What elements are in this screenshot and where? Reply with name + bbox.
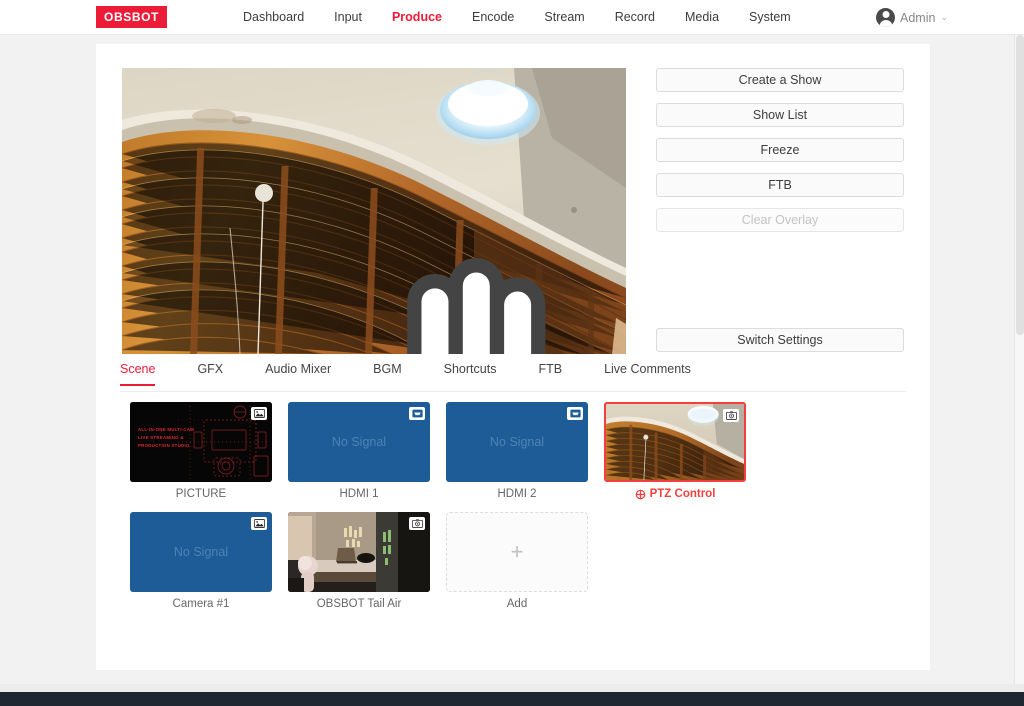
camera-icon: [409, 517, 425, 530]
nav-item-encode[interactable]: Encode: [457, 0, 529, 35]
top-navigation-bar: OBSBOT Dashboard Input Produce Encode St…: [0, 0, 1024, 35]
scene-thumbnail[interactable]: No Signal: [446, 402, 588, 482]
scene-item-add[interactable]: + Add: [438, 512, 596, 610]
account-menu[interactable]: Admin ⌄: [876, 0, 948, 35]
scene-label-text: Add: [507, 598, 527, 610]
freeze-button[interactable]: Freeze: [656, 138, 904, 162]
scene-thumbnail[interactable]: [604, 402, 746, 482]
scene-label: PTZ Control: [596, 488, 754, 500]
nav-item-system[interactable]: System: [734, 0, 806, 35]
scene-label-text: Camera #1: [173, 598, 230, 610]
camera-icon: [723, 409, 739, 422]
tab-scene[interactable]: Scene: [120, 362, 155, 385]
scene-label-text: PTZ Control: [650, 488, 716, 500]
ftb-button[interactable]: FTB: [656, 173, 904, 197]
scene-label-text: OBSBOT Tail Air: [317, 598, 402, 610]
scrollbar-thumb[interactable]: [1016, 35, 1024, 335]
tab-live-comments[interactable]: Live Comments: [604, 362, 691, 385]
produce-tab-bar: Scene GFX Audio Mixer BGM Shortcuts FTB …: [120, 362, 906, 392]
scene-item-hdmi-1[interactable]: No Signal HDMI 1: [280, 402, 438, 500]
window-bottom-strip: [0, 684, 1024, 692]
scene-label: HDMI 1: [280, 488, 438, 500]
scene-label: HDMI 2: [438, 488, 596, 500]
program-preview[interactable]: [122, 68, 626, 354]
scene-label-text: HDMI 1: [340, 488, 379, 500]
image-icon: [251, 517, 267, 530]
preview-video-frame: [122, 68, 626, 354]
hdmi-icon: [409, 407, 425, 420]
create-a-show-button[interactable]: Create a Show: [656, 68, 904, 92]
account-name: Admin: [900, 11, 935, 25]
nav-item-produce[interactable]: Produce: [377, 0, 457, 35]
scene-item-camera-1[interactable]: No Signal Camera #1: [122, 512, 280, 610]
scene-grid: ALL-IN-ONE MULTI-CAM LIVE STREAMING & PR…: [122, 402, 908, 622]
hdmi-icon: [567, 407, 583, 420]
scene-item-obsbot-tail-air[interactable]: OBSBOT Tail Air: [280, 512, 438, 610]
image-icon: [251, 407, 267, 420]
scene-label-text: HDMI 2: [498, 488, 537, 500]
nav-item-dashboard[interactable]: Dashboard: [228, 0, 319, 35]
clear-overlay-button: Clear Overlay: [656, 208, 904, 232]
tab-bgm[interactable]: BGM: [373, 362, 401, 385]
scene-item-ptz-control[interactable]: PTZ Control: [596, 402, 754, 500]
tab-shortcuts[interactable]: Shortcuts: [444, 362, 497, 385]
ptz-crosshair-icon: [635, 489, 646, 500]
scene-label: OBSBOT Tail Air: [280, 598, 438, 610]
scene-thumbnail[interactable]: No Signal: [288, 402, 430, 482]
tab-gfx[interactable]: GFX: [197, 362, 223, 385]
tab-audio-mixer[interactable]: Audio Mixer: [265, 362, 331, 385]
nav-item-stream[interactable]: Stream: [529, 0, 599, 35]
content-card: Create a Show Show List Freeze FTB Clear…: [96, 44, 930, 670]
nav-item-input[interactable]: Input: [319, 0, 377, 35]
avatar-icon: [876, 8, 895, 27]
scene-label: Add: [438, 598, 596, 610]
show-list-button[interactable]: Show List: [656, 103, 904, 127]
scene-item-picture[interactable]: ALL-IN-ONE MULTI-CAM LIVE STREAMING & PR…: [122, 402, 280, 500]
picture-overlay-text: ALL-IN-ONE MULTI-CAM LIVE STREAMING & PR…: [138, 426, 194, 450]
scene-item-hdmi-2[interactable]: No Signal HDMI 2: [438, 402, 596, 500]
main-nav: Dashboard Input Produce Encode Stream Re…: [228, 0, 806, 35]
nav-item-media[interactable]: Media: [670, 0, 734, 35]
tab-ftb[interactable]: FTB: [538, 362, 562, 385]
scene-label: PICTURE: [122, 488, 280, 500]
nav-item-record[interactable]: Record: [600, 0, 670, 35]
scene-thumbnail[interactable]: [288, 512, 430, 592]
switch-settings-button[interactable]: Switch Settings: [656, 328, 904, 352]
scene-thumbnail[interactable]: No Signal: [130, 512, 272, 592]
obsbot-logo[interactable]: OBSBOT: [96, 6, 167, 28]
page-scrollbar[interactable]: [1014, 35, 1024, 690]
scene-thumbnail[interactable]: ALL-IN-ONE MULTI-CAM LIVE STREAMING & PR…: [130, 402, 272, 482]
add-scene-button[interactable]: +: [446, 512, 588, 592]
os-taskbar: [0, 692, 1024, 706]
scene-label: Camera #1: [122, 598, 280, 610]
chevron-down-icon: ⌄: [940, 12, 948, 23]
app-root: OBSBOT Dashboard Input Produce Encode St…: [0, 0, 1024, 706]
scene-label-text: PICTURE: [176, 488, 226, 500]
action-button-column: Create a Show Show List Freeze FTB Clear…: [656, 68, 904, 363]
